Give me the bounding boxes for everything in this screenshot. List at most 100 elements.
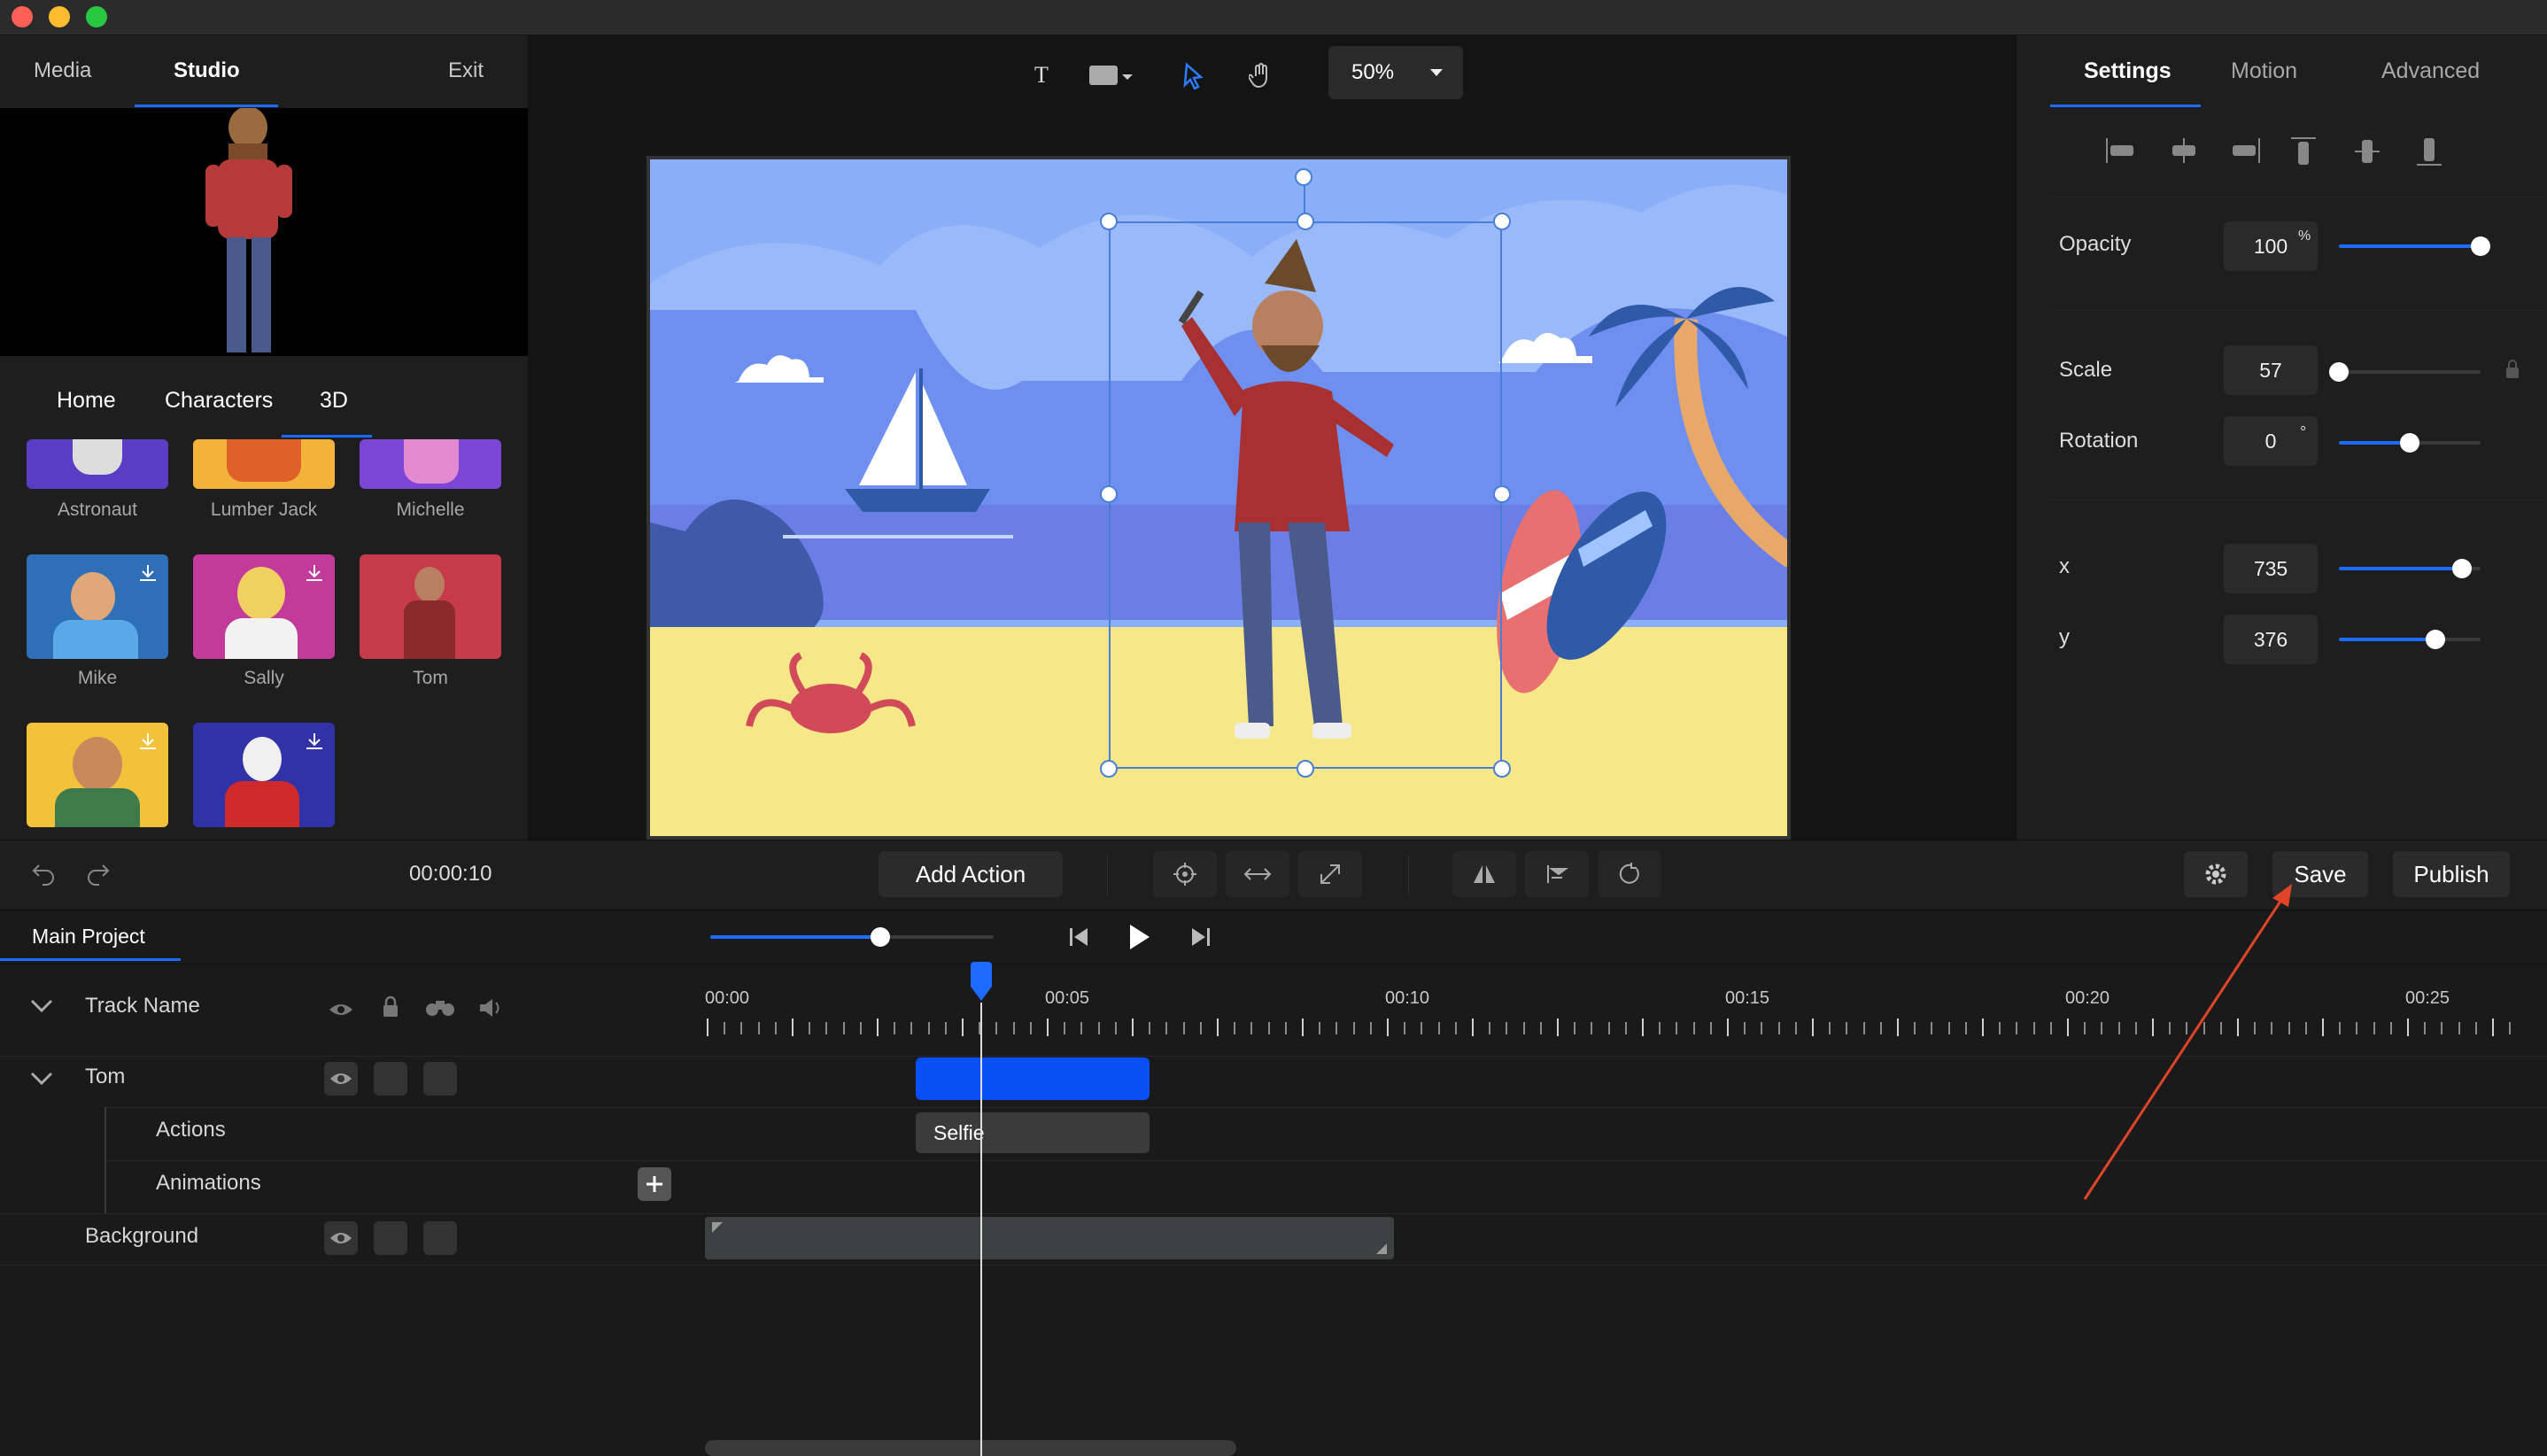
ruler-tick xyxy=(1539,1022,1542,1034)
scale-input[interactable]: 57 xyxy=(2224,345,2318,395)
download-icon[interactable] xyxy=(136,730,159,753)
resize-handle-left[interactable] xyxy=(1100,485,1118,503)
y-input[interactable]: 376 xyxy=(2224,615,2318,664)
action-clip-selfie[interactable]: Selfie xyxy=(916,1112,1150,1153)
visibility-toggle[interactable] xyxy=(324,1062,358,1096)
resize-handle-top-left[interactable] xyxy=(1100,213,1118,230)
undo-icon[interactable] xyxy=(30,860,58,887)
subtab-3d[interactable]: 3D xyxy=(320,388,348,414)
resize-handle-top-right[interactable] xyxy=(1493,213,1511,230)
subtab-home[interactable]: Home xyxy=(57,388,116,414)
lock-icon[interactable] xyxy=(381,995,400,1018)
tab-advanced[interactable]: Advanced xyxy=(2381,58,2480,84)
solo-toggle[interactable] xyxy=(423,1062,457,1096)
character-thumb-astronaut[interactable] xyxy=(27,439,168,489)
clip-block-tom[interactable] xyxy=(916,1057,1150,1100)
x-slider[interactable] xyxy=(2339,559,2481,578)
trim-start-icon[interactable] xyxy=(712,1222,724,1235)
close-window-button[interactable] xyxy=(12,6,33,27)
character-thumb-mike[interactable] xyxy=(27,554,168,659)
select-pointer-icon[interactable] xyxy=(1183,62,1206,90)
flip-horizontal-arrows-button[interactable] xyxy=(1226,851,1289,897)
character-thumb-santa[interactable] xyxy=(193,723,335,827)
timeline-scrollbar[interactable] xyxy=(705,1440,1236,1456)
align-bottom-icon[interactable] xyxy=(2413,135,2445,168)
y-slider[interactable] xyxy=(2339,630,2481,649)
x-input[interactable]: 735 xyxy=(2224,544,2318,593)
tab-settings[interactable]: Settings xyxy=(2084,58,2172,84)
scale-slider[interactable] xyxy=(2329,362,2481,382)
reset-rotation-button[interactable] xyxy=(1598,851,1661,897)
minimize-window-button[interactable] xyxy=(49,6,70,27)
rotation-handle[interactable] xyxy=(1295,168,1312,186)
tab-main-project[interactable]: Main Project xyxy=(32,925,145,949)
resize-handle-bottom-left[interactable] xyxy=(1100,760,1118,778)
hand-tool-icon[interactable] xyxy=(1249,62,1274,90)
timeline-zoom-knob[interactable] xyxy=(871,927,890,947)
background-clip[interactable] xyxy=(705,1217,1394,1259)
speaker-icon[interactable] xyxy=(478,997,505,1018)
resize-handle-bottom[interactable] xyxy=(1297,760,1314,778)
align-middle-vertical-icon[interactable] xyxy=(2351,135,2383,168)
rotation-slider[interactable] xyxy=(2339,433,2481,453)
add-action-button[interactable]: Add Action xyxy=(879,851,1063,897)
lock-toggle[interactable] xyxy=(374,1062,407,1096)
collapse-chevron-icon[interactable] xyxy=(30,999,53,1013)
align-center-horizontal-icon[interactable] xyxy=(2167,135,2201,167)
maximize-window-button[interactable] xyxy=(86,6,107,27)
skip-back-icon[interactable] xyxy=(1066,925,1091,949)
solo-toggle[interactable] xyxy=(423,1221,457,1255)
trim-end-icon[interactable] xyxy=(1374,1242,1387,1254)
rotation-slider-knob[interactable] xyxy=(2400,433,2419,453)
tab-media[interactable]: Media xyxy=(34,58,91,83)
chevron-down-icon[interactable] xyxy=(1121,73,1134,81)
resize-handle-top[interactable] xyxy=(1297,213,1314,230)
binoculars-icon[interactable] xyxy=(425,997,455,1018)
target-button[interactable] xyxy=(1153,851,1217,897)
lock-icon[interactable] xyxy=(2504,358,2521,381)
align-text-button[interactable] xyxy=(1525,851,1589,897)
download-icon[interactable] xyxy=(303,561,326,585)
tab-studio[interactable]: Studio xyxy=(174,58,240,83)
visibility-toggle[interactable] xyxy=(324,1221,358,1255)
opacity-slider[interactable] xyxy=(2339,236,2490,256)
ruler-tick xyxy=(1692,1022,1695,1034)
subtab-characters[interactable]: Characters xyxy=(165,388,273,414)
tab-motion[interactable]: Motion xyxy=(2231,58,2297,84)
selection-bounding-box[interactable] xyxy=(1109,221,1502,769)
scene-canvas[interactable] xyxy=(646,156,1800,840)
opacity-slider-knob[interactable] xyxy=(2471,236,2490,256)
align-left-icon[interactable] xyxy=(2103,135,2137,167)
expand-button[interactable] xyxy=(1298,851,1362,897)
character-thumb-michelle[interactable] xyxy=(360,439,501,489)
playhead-handle[interactable] xyxy=(969,962,994,1003)
publish-button[interactable]: Publish xyxy=(2393,851,2510,897)
shape-tool-icon[interactable] xyxy=(1089,66,1118,85)
resize-handle-bottom-right[interactable] xyxy=(1493,760,1511,778)
exit-button[interactable]: Exit xyxy=(448,58,484,83)
mirror-button[interactable] xyxy=(1452,851,1516,897)
ruler-tick xyxy=(2492,1018,2494,1036)
character-thumb-sally[interactable] xyxy=(193,554,335,659)
character-thumb-lumber-jack[interactable] xyxy=(193,439,335,489)
character-thumb[interactable] xyxy=(27,723,168,827)
x-slider-knob[interactable] xyxy=(2452,559,2473,578)
zoom-select[interactable]: 50% xyxy=(1328,46,1463,99)
text-tool-icon[interactable]: T xyxy=(1034,62,1049,89)
eye-icon[interactable] xyxy=(328,1001,354,1018)
lock-toggle[interactable] xyxy=(374,1221,407,1255)
collapse-chevron-icon[interactable] xyxy=(30,1072,53,1086)
skip-forward-icon[interactable] xyxy=(1188,925,1213,949)
align-top-icon[interactable] xyxy=(2288,135,2319,168)
timeline-zoom-slider[interactable] xyxy=(710,927,994,947)
resize-handle-right[interactable] xyxy=(1493,485,1511,503)
align-right-icon[interactable] xyxy=(2229,135,2263,167)
character-thumb-tom[interactable] xyxy=(360,554,501,659)
play-icon[interactable] xyxy=(1126,923,1151,951)
scale-slider-knob[interactable] xyxy=(2329,362,2349,382)
download-icon[interactable] xyxy=(303,730,326,753)
add-animation-button[interactable] xyxy=(638,1167,671,1201)
download-icon[interactable] xyxy=(136,561,159,585)
redo-icon[interactable] xyxy=(83,860,112,887)
y-slider-knob[interactable] xyxy=(2425,630,2445,649)
